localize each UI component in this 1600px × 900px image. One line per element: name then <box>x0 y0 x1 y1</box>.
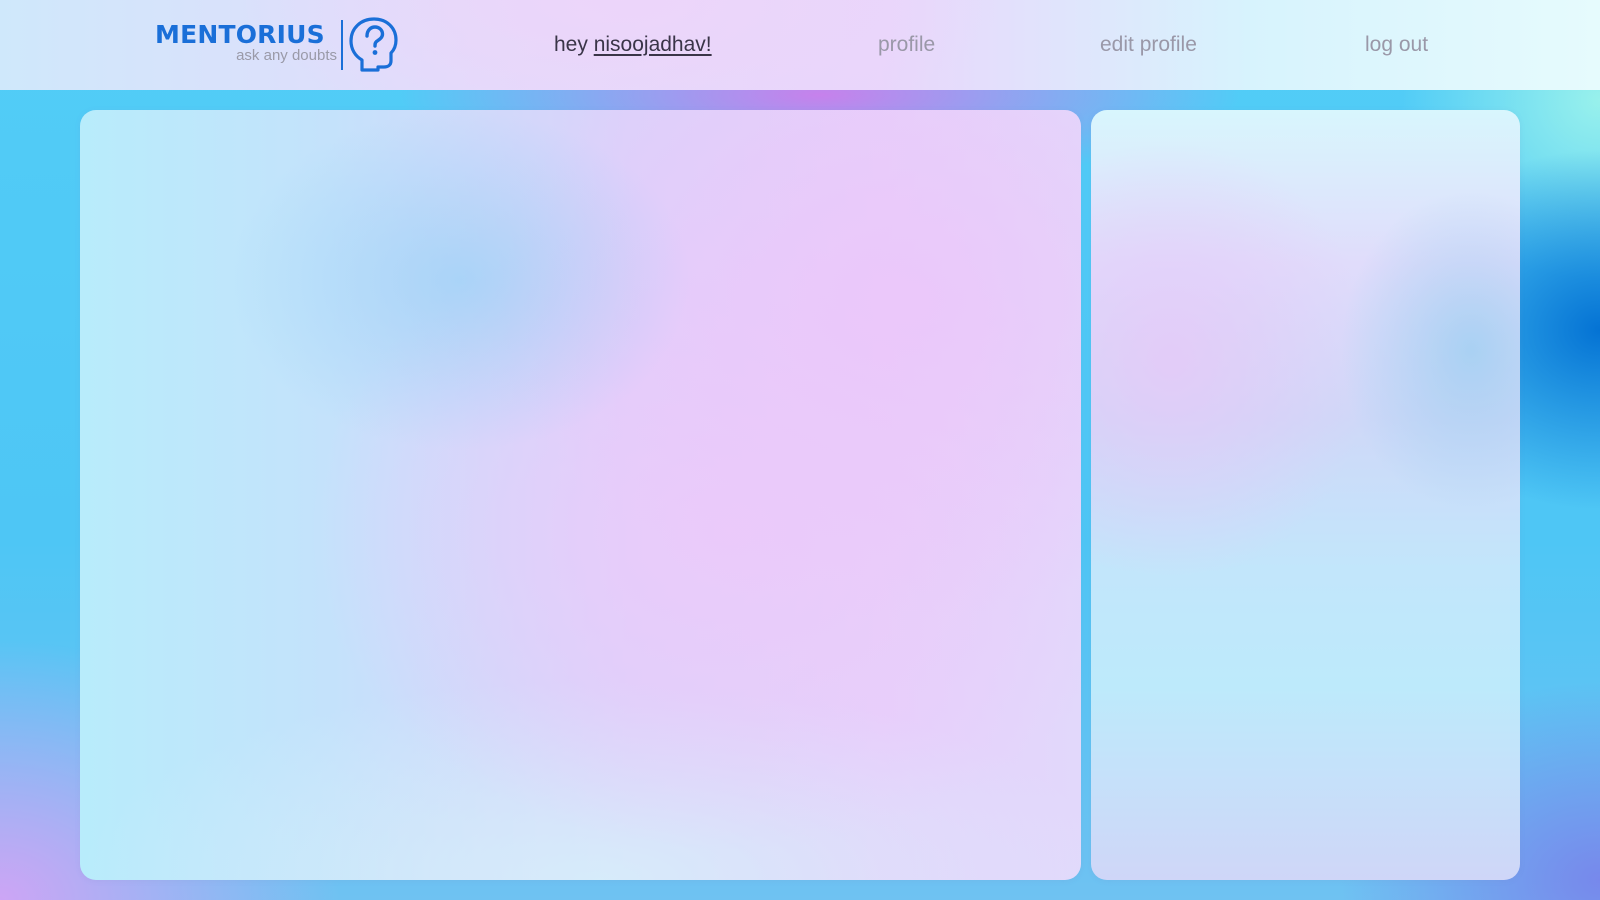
main-content-panel <box>80 110 1081 880</box>
nav-profile-link[interactable]: profile <box>878 0 935 90</box>
side-panel <box>1091 110 1520 880</box>
user-greeting: hey nisoojadhav! <box>554 0 712 90</box>
logo-divider <box>341 20 343 70</box>
greeting-prefix: hey <box>554 33 588 56</box>
nav-edit-profile-link[interactable]: edit profile <box>1100 0 1197 90</box>
username-link[interactable]: nisoojadhav! <box>594 33 712 56</box>
top-navbar: MENTORIUS ask any doubts hey nisoojadhav… <box>0 0 1600 90</box>
mentorius-logo[interactable]: MENTORIUS ask any doubts <box>155 16 400 76</box>
question-head-icon <box>349 17 398 72</box>
logo-tagline: ask any doubts <box>236 47 337 64</box>
nav-logout-link[interactable]: log out <box>1365 0 1428 90</box>
